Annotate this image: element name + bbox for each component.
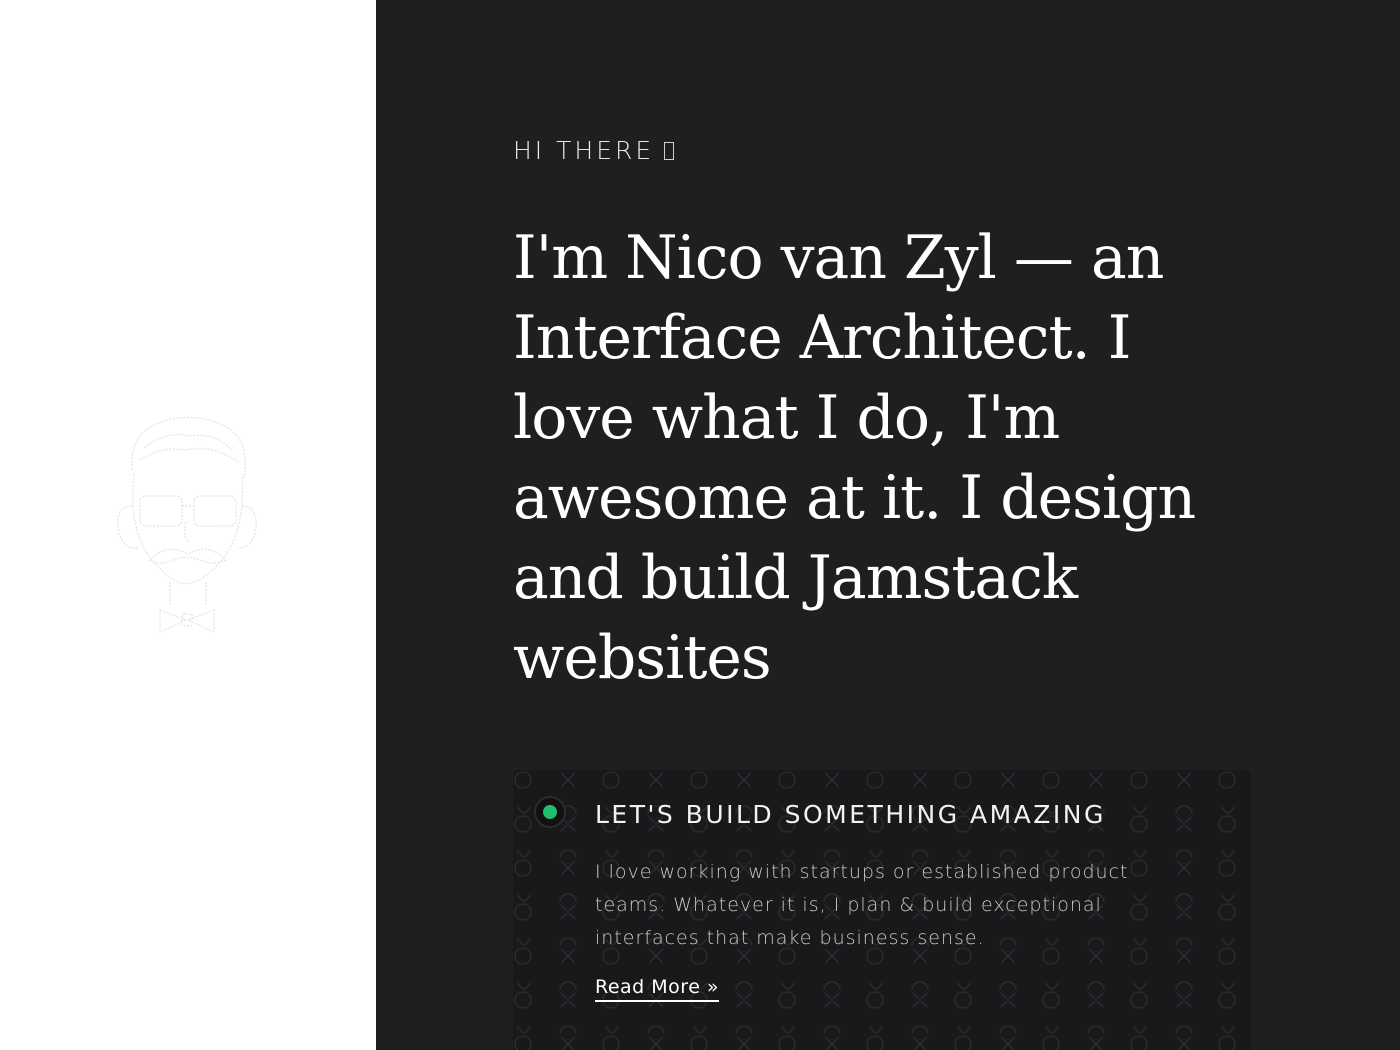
cta-description: I love working with startups or establis… bbox=[595, 861, 1129, 949]
greeting-text: HI THERE bbox=[513, 136, 655, 165]
greeting: HI THERE bbox=[513, 136, 675, 165]
missing-emoji-glyph-icon bbox=[664, 142, 675, 160]
mustache-man-avatar-icon bbox=[117, 416, 257, 634]
right-panel: HI THERE I'm Nico van Zyl — an Interface… bbox=[376, 0, 1400, 1050]
cta-title: LET'S BUILD SOMETHING AMAZING bbox=[595, 800, 1106, 829]
left-panel bbox=[0, 0, 376, 1050]
avatar-illustration bbox=[110, 410, 262, 638]
cta-card: LET'S BUILD SOMETHING AMAZING I love wor… bbox=[513, 770, 1251, 1050]
page: HI THERE I'm Nico van Zyl — an Interface… bbox=[0, 0, 1400, 1050]
hero-headline: I'm Nico van Zyl — an Interface Architec… bbox=[513, 223, 1196, 693]
green-status-dot-icon bbox=[534, 796, 566, 828]
read-more-link[interactable]: Read More » bbox=[595, 976, 720, 1002]
